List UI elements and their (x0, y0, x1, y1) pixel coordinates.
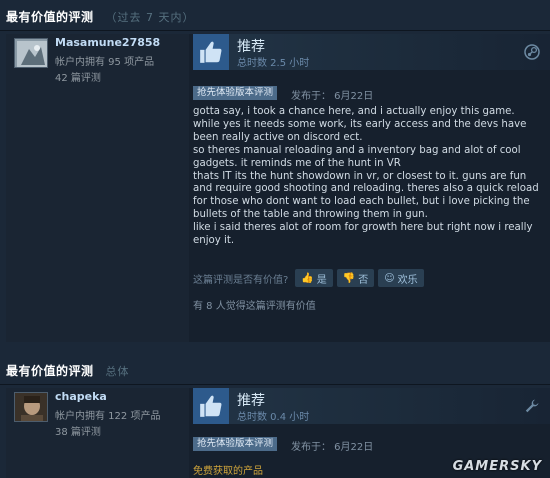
reviewer-panel: chapeka 帐户内拥有 122 项产品 38 篇评测 (6, 388, 189, 478)
wrench-icon[interactable] (524, 398, 540, 414)
hours-played: 总时数 0.4 小时 (237, 412, 310, 423)
verdict-label: 推荐 (237, 39, 265, 55)
free-product-label: 免费获取的产品 (193, 466, 263, 477)
review-text: gotta say, i took a chance here, and i a… (193, 106, 539, 247)
thumbs-up-icon (193, 388, 229, 424)
divider (0, 30, 550, 31)
divider (0, 384, 550, 385)
watermark: GAMERSKY (452, 459, 542, 474)
section-header-overall: 最有价值的评测 总体 (6, 362, 130, 382)
section-title: 最有价值的评测 (6, 364, 94, 378)
early-access-badge: 抢先体验版本评测 (193, 86, 278, 100)
section-header-recent: 最有价值的评测 （过去 7 天内） (6, 8, 195, 28)
posted-date: 发布于： 6月22日 (291, 91, 374, 102)
thumbs-up-icon: 👍 (301, 272, 314, 284)
early-access-badge: 抢先体验版本评测 (193, 437, 278, 451)
thumbs-up-icon (193, 34, 229, 70)
vote-no-button[interactable]: 👎 否 (336, 269, 375, 287)
verdict-bar[interactable]: 推荐 总时数 0.4 小时 (193, 388, 550, 424)
reviews-count[interactable]: 42 篇评测 (55, 69, 101, 84)
avatar[interactable] (14, 38, 48, 68)
products-owned[interactable]: 帐户内拥有 122 项产品 (55, 407, 160, 422)
steam-icon[interactable] (524, 44, 540, 60)
posted-date: 发布于： 6月22日 (291, 442, 374, 453)
vote-no-label: 否 (358, 274, 369, 286)
helpful-question: 这篇评测是否有价值? (193, 274, 289, 286)
vote-yes-label: 是 (316, 274, 327, 286)
hours-played: 总时数 2.5 小时 (237, 58, 310, 69)
section-title: 最有价值的评测 (6, 10, 94, 24)
thumbs-down-icon: 👎 (342, 272, 356, 284)
products-owned[interactable]: 帐户内拥有 95 项产品 (55, 53, 154, 68)
reviewer-panel: Masamune27858 帐户内拥有 95 项产品 42 篇评测 (6, 34, 189, 342)
vote-yes-button[interactable]: 👍 是 (295, 269, 333, 287)
avatar[interactable] (14, 392, 48, 422)
reviews-count[interactable]: 38 篇评测 (55, 423, 101, 438)
vote-funny-button[interactable]: ☺ 欢乐 (378, 269, 424, 287)
vote-funny-label: 欢乐 (397, 274, 418, 286)
review-card: Masamune27858 帐户内拥有 95 项产品 42 篇评测 推荐 总时数… (6, 34, 550, 342)
verdict-bar[interactable]: 推荐 总时数 2.5 小时 (193, 34, 550, 70)
smiley-icon: ☺ (384, 272, 395, 284)
username[interactable]: Masamune27858 (55, 36, 160, 49)
helpful-row: 这篇评测是否有价值? 👍 是 👎 否 ☺ 欢乐 (193, 268, 550, 288)
section-subtitle: （过去 7 天内） (105, 11, 195, 24)
verdict-label: 推荐 (237, 393, 265, 409)
username[interactable]: chapeka (55, 390, 107, 403)
review-body: 推荐 总时数 2.5 小时 抢先体验版本评测 发布于： 6月22日 gotta … (193, 34, 550, 342)
section-subtitle: 总体 (105, 365, 130, 378)
found-helpful-count: 有 8 人觉得这篇评测有价值 (193, 301, 316, 312)
